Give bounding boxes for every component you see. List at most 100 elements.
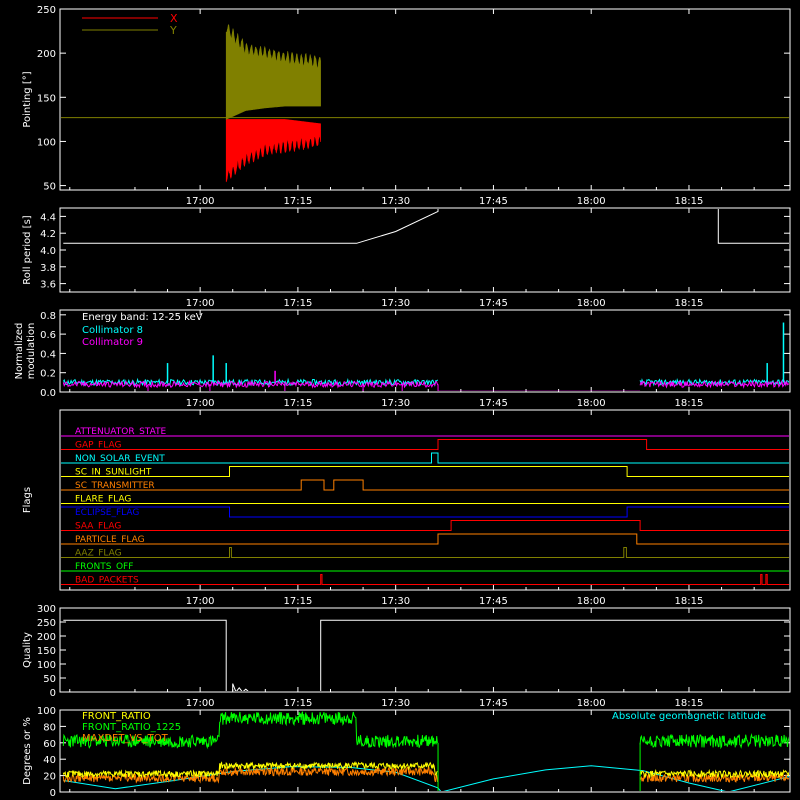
y-axis-label: Degrees or %: [22, 717, 33, 785]
flag-trace-gap-flag: [61, 439, 789, 450]
y-tick-label: 80: [43, 722, 56, 733]
x-tick-label: 18:15: [675, 596, 704, 607]
x-tick-label: 18:00: [577, 698, 606, 709]
x-tick-label: 17:00: [186, 398, 215, 409]
y-tick-label: 0.8: [40, 311, 56, 322]
legend-label-maxdet-vs-tot: MAXDET_VS_TOT: [82, 733, 169, 744]
x-tick-label: 17:45: [479, 698, 508, 709]
legend-label-front-ratio: FRONT_RATIO: [82, 711, 151, 722]
y-tick-label: 0.6: [40, 330, 56, 341]
y-tick-label: 0: [50, 788, 56, 799]
x-tick-label: 17:00: [186, 698, 215, 709]
legend-label-front-ratio-1225: FRONT_RATIO_1225: [82, 722, 181, 733]
flag-label-sc-in-sunlight: SC_IN_SUNLIGHT: [75, 468, 152, 478]
y-tick-label: 100: [37, 137, 56, 148]
energy-band-label: Energy band: 12-25 keV: [82, 312, 203, 323]
y-axis-label: Roll period [s]: [22, 215, 33, 284]
multi-panel-chart: 17:00 17:15 17:30 17:45 18:00 18:15 50 100 150 20…: [14, 5, 791, 799]
y-tick-label: 100: [37, 706, 56, 717]
y-tick-label: 300: [37, 604, 56, 615]
x-tick-label: 18:15: [675, 698, 704, 709]
x-tick-label: 18:00: [577, 596, 606, 607]
x-tick-label: 17:15: [283, 596, 312, 607]
flag-label-aaz-flag: AAZ_FLAG: [75, 549, 122, 559]
flag-label-saa-flag: SAA_FLAG: [75, 522, 121, 532]
x-tick-label: 17:15: [283, 698, 312, 709]
modulation-panel: 17:00 17:15 17:30 17:45 18:00 18:15 0.0 0.2 0.4 0…: [14, 309, 791, 409]
x-tick-label: 17:45: [479, 298, 508, 309]
quality-plot: [63, 619, 789, 691]
ratios-panel: 0 20 40 60 80 100 Degrees or % FRONT_RATIOFRONT…: [22, 706, 791, 799]
roll-panel: 17:00 17:15 17:30 17:45 18:00 18:15 3.6 3.8 4.0 4…: [22, 207, 791, 309]
y-tick-label: 250: [37, 618, 56, 629]
roll-plot: [63, 209, 789, 244]
x-tick-label: 17:45: [479, 398, 508, 409]
quality-panel: 17:00 17:15 17:30 17:45 18:00 18:15 0 50 100 150 2…: [22, 604, 791, 709]
y-axis-label: Flags: [22, 487, 33, 513]
y-tick-label: 0: [50, 688, 56, 699]
x-tick-label: 17:00: [186, 596, 215, 607]
y-tick-label: 200: [37, 632, 56, 643]
x-tick-label: 18:15: [675, 196, 704, 207]
x-tick-label: 17:15: [283, 398, 312, 409]
pointing-plot: [61, 24, 789, 183]
flag-trace-sc-in-sunlight: [61, 466, 789, 477]
flag-label-gap-flag: GAP_FLAG: [75, 441, 121, 451]
y-tick-label: 3.6: [40, 280, 56, 291]
flag-label-bad-packets: BAD_PACKETS: [75, 576, 139, 586]
x-tick-label: 18:00: [577, 196, 606, 207]
y-tick-label: 250: [37, 5, 56, 16]
series-x-band: [225, 119, 321, 183]
y-tick-label: 150: [37, 646, 56, 657]
y-tick-label: 4.4: [40, 212, 56, 223]
flags-plot: [61, 435, 789, 585]
x-tick-label: 17:00: [186, 298, 215, 309]
modulation-plot: [62, 322, 789, 391]
flags-panel: 17:00 17:15 17:30 17:45 18:00 18:15 Flags ATTEN…: [22, 409, 791, 607]
legend-label-y: Y: [169, 24, 177, 37]
flag-trace-sc-transmitter: [61, 479, 789, 491]
flag-trace-non-solar-event: [61, 452, 789, 464]
y-axis-label: Normalizedmodulation: [14, 323, 37, 380]
flag-label-non-solar-event: NON_SOLAR_EVENT: [75, 454, 165, 464]
flag-trace-aaz-flag: [61, 547, 789, 558]
y-tick-label: 4.2: [40, 229, 56, 240]
flag-label-sc-transmitter: SC_TRANSMITTER: [75, 481, 155, 491]
x-tick-label: 17:30: [381, 596, 410, 607]
series-line: [63, 209, 439, 244]
x-tick-label: 17:45: [479, 196, 508, 207]
series-line: [63, 619, 789, 691]
y-tick-label: 4.0: [40, 246, 56, 257]
legend-label-collimator-8: Collimator 8: [82, 325, 143, 336]
x-tick-label: 17:00: [186, 196, 215, 207]
x-tick-label: 17:15: [283, 298, 312, 309]
series-front-ratio-1225: [639, 732, 789, 750]
y-axis-label-line: Normalized: [14, 323, 25, 380]
legend-label-collimator-9: Collimator 9: [82, 337, 143, 348]
x-tick-label: 17:15: [283, 196, 312, 207]
flag-label-particle-flag: PARTICLE_FLAG: [75, 535, 145, 545]
y-tick-label: 60: [43, 739, 56, 750]
y-tick-label: 200: [37, 49, 56, 60]
flag-trace-saa-flag: [61, 520, 789, 531]
x-tick-label: 18:15: [675, 398, 704, 409]
y-tick-label: 50: [43, 674, 56, 685]
y-axis-label: Pointing [°]: [22, 71, 33, 127]
flag-trace-eclipse-flag: [61, 506, 789, 518]
y-axis-label-line: modulation: [26, 323, 37, 380]
flags-frame: [59, 409, 791, 591]
flag-label-fronts-off: FRONTS_OFF: [75, 562, 133, 572]
series-y-band: [225, 24, 321, 120]
flag-label-attenuator-state: ATTENUATOR_STATE: [75, 427, 167, 437]
x-tick-label: 17:30: [381, 698, 410, 709]
flag-trace-particle-flag: [61, 533, 789, 545]
y-tick-label: 0.4: [40, 349, 56, 360]
y-axis-label: Quality: [22, 632, 33, 668]
x-tick-label: 18:00: [577, 398, 606, 409]
x-tick-label: 17:30: [381, 298, 410, 309]
geomag-latitude-label: Absolute geomagnetic latitude: [612, 711, 766, 722]
flag-trace-bad-packets: [61, 574, 789, 585]
x-tick-label: 17:30: [381, 398, 410, 409]
x-tick-label: 18:00: [577, 298, 606, 309]
flag-label-flare-flag: FLARE_FLAG: [75, 495, 131, 505]
